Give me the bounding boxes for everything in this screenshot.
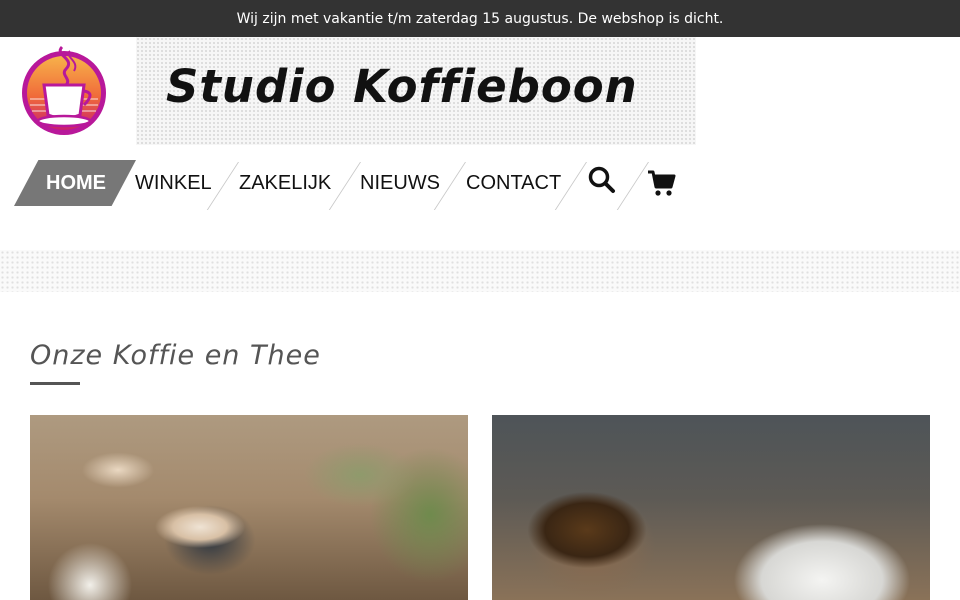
nav-separator xyxy=(616,162,649,210)
coffee-cup-logo-icon xyxy=(22,45,106,135)
decorative-dot-band xyxy=(0,250,960,292)
search-button[interactable] xyxy=(587,165,617,195)
nav-item-nieuws[interactable]: NIEUWS xyxy=(360,160,440,206)
nav-item-label: WINKEL xyxy=(135,171,212,194)
nav-item-contact[interactable]: CONTACT xyxy=(466,160,561,206)
nav-item-label: CONTACT xyxy=(466,171,562,194)
nav-item-winkel[interactable]: WINKEL xyxy=(135,160,212,206)
cart-icon xyxy=(648,170,676,196)
search-icon xyxy=(588,166,615,193)
nav-separator xyxy=(328,162,361,210)
nav-item-label: ZAKELIJK xyxy=(239,171,332,194)
nav-item-label: HOME xyxy=(46,171,106,194)
cart-button[interactable] xyxy=(647,168,677,198)
nav-item-label: NIEUWS xyxy=(360,171,440,194)
announcement-text: Wij zijn met vakantie t/m zaterdag 15 au… xyxy=(236,10,724,27)
tea-card-image[interactable] xyxy=(492,415,930,600)
site-logo[interactable] xyxy=(18,41,110,141)
site-title[interactable]: Studio Koffieboon xyxy=(166,60,638,113)
announcement-bar: Wij zijn met vakantie t/m zaterdag 15 au… xyxy=(0,0,960,37)
nav-item-home[interactable]: HOME xyxy=(46,160,106,206)
section-title-underline xyxy=(30,382,80,385)
coffee-card-image[interactable] xyxy=(30,415,468,600)
section-title: Onze Koffie en Thee xyxy=(30,340,321,371)
nav-item-zakelijk[interactable]: ZAKELIJK xyxy=(239,160,331,206)
